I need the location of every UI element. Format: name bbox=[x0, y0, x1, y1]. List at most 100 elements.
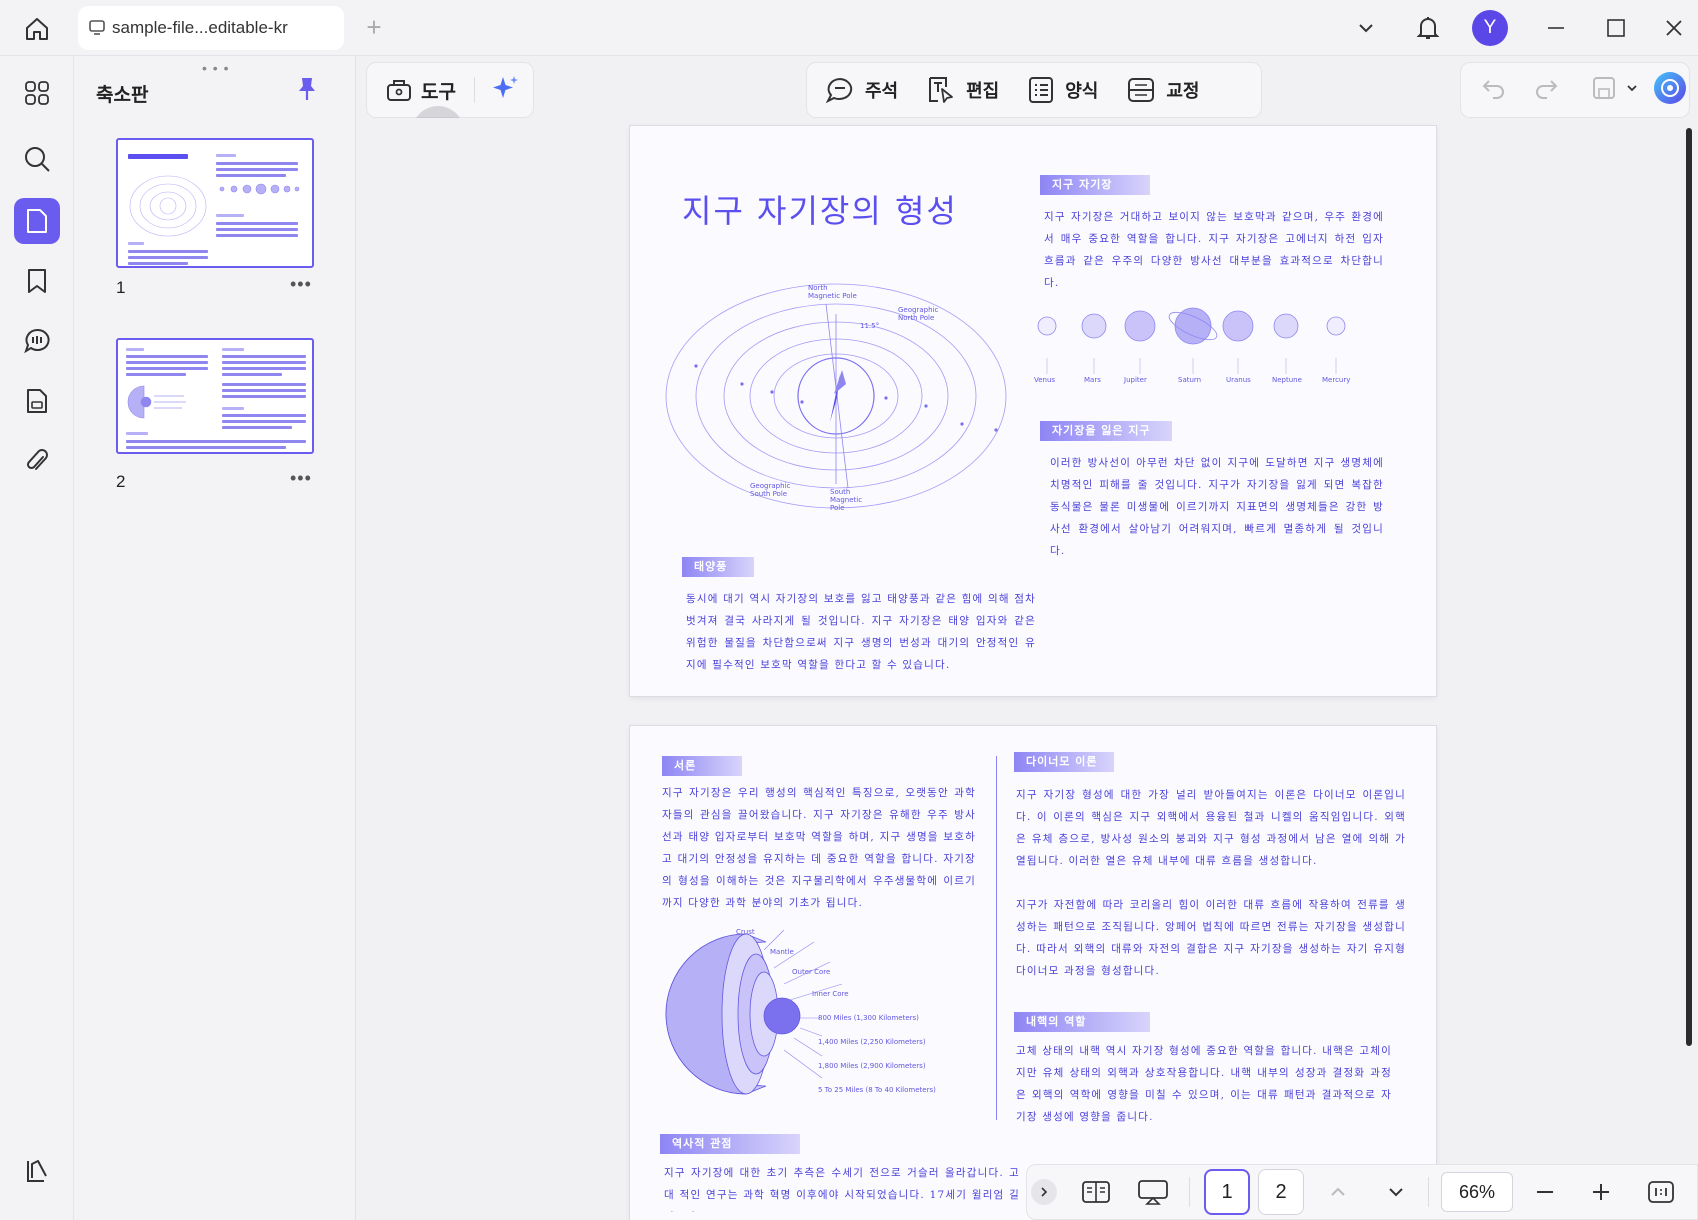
thumbnail-page-2-more-button[interactable]: ••• bbox=[290, 468, 312, 489]
chevron-down-icon bbox=[1359, 24, 1373, 33]
column-divider bbox=[996, 756, 997, 1120]
ai-orb-icon bbox=[1654, 71, 1686, 104]
section-heading-solar-wind: 태양풍 bbox=[682, 557, 754, 577]
rail-attachment-button[interactable] bbox=[14, 438, 60, 484]
core-label-crust: Crust bbox=[736, 928, 755, 936]
vertical-scrollbar[interactable] bbox=[1686, 128, 1692, 1046]
rail-search-button[interactable] bbox=[14, 136, 60, 182]
paragraph-intro: 지구 자기장은 우리 행성의 핵심적인 특징으로, 오랫동안 과학자들의 관심을… bbox=[662, 787, 976, 909]
page-1-button[interactable]: 1 bbox=[1204, 1169, 1250, 1215]
bookmark-icon bbox=[28, 269, 46, 293]
proofread-icon bbox=[1128, 78, 1155, 102]
proofread-mode-button[interactable]: 교정 bbox=[1126, 76, 1200, 104]
bell-icon bbox=[1416, 17, 1440, 39]
minimize-icon bbox=[1548, 27, 1564, 29]
edit-text-icon bbox=[929, 77, 954, 103]
rail-bookmarks-button[interactable] bbox=[14, 258, 60, 304]
planet-label-jupiter: Jupiter bbox=[1124, 376, 1147, 384]
new-tab-button[interactable]: + bbox=[360, 14, 388, 42]
document-stack-icon bbox=[27, 389, 47, 413]
rail-comments-button[interactable] bbox=[14, 318, 60, 364]
presentation-button[interactable] bbox=[1137, 1178, 1169, 1206]
home-button[interactable] bbox=[18, 10, 56, 48]
tools-button[interactable]: 도구 bbox=[385, 77, 456, 104]
sparkle-icon bbox=[492, 75, 518, 98]
paragraph-history: 지구 자기장에 대한 초기 추측은 수세기 전으로 거슬러 올라갑니다. 고대 … bbox=[664, 1167, 1020, 1212]
chevron-right-icon bbox=[1041, 1187, 1048, 1197]
paragraph-inner-core: 고체 상태의 내핵 역시 자기장 형성에 중요한 역할을 합니다. 내핵은 고체… bbox=[1016, 1045, 1392, 1123]
edit-mode-button[interactable]: 편집 bbox=[926, 75, 999, 105]
proofread-mode-label: 교정 bbox=[1166, 81, 1200, 101]
zoom-in-button[interactable] bbox=[1591, 1182, 1611, 1202]
page-layout-button[interactable] bbox=[1081, 1179, 1111, 1205]
panel-resize-grip[interactable]: • • • bbox=[202, 60, 229, 76]
zoom-level-field[interactable]: 66% bbox=[1441, 1172, 1513, 1212]
collapse-nav-button[interactable] bbox=[1031, 1179, 1057, 1205]
ai-assistant-button[interactable] bbox=[491, 73, 521, 108]
close-button[interactable] bbox=[1654, 8, 1694, 48]
close-icon bbox=[1666, 20, 1682, 36]
form-mode-button[interactable]: 양식 bbox=[1027, 76, 1098, 104]
edit-mode-label: 편집 bbox=[966, 81, 1000, 101]
rail-attachments-page-button[interactable] bbox=[14, 378, 60, 424]
pin-panel-button[interactable] bbox=[296, 76, 318, 107]
core-dim-1: 800 Miles (1,300 Kilometers) bbox=[818, 1014, 919, 1022]
two-page-icon bbox=[1082, 1181, 1110, 1203]
main-mode-toolbar: 주석 편집 양식 교정 bbox=[806, 62, 1262, 118]
label-geographic-south-pole: Geographic South Pole bbox=[750, 482, 791, 498]
comment-bubble-icon bbox=[825, 77, 853, 104]
undo-button[interactable] bbox=[1481, 77, 1507, 104]
ai-chat-button[interactable] bbox=[1653, 71, 1687, 110]
thumbnail-page-2[interactable] bbox=[116, 338, 314, 454]
chevron-up-icon bbox=[1331, 1187, 1345, 1196]
page-2-button[interactable]: 2 bbox=[1258, 1169, 1304, 1215]
rail-thumbnails-button[interactable] bbox=[14, 198, 60, 244]
tools-label: 도구 bbox=[421, 81, 456, 103]
redo-button[interactable] bbox=[1533, 77, 1559, 104]
document-tab[interactable]: sample-file...editable-kr bbox=[78, 6, 344, 50]
library-icon bbox=[27, 1160, 47, 1182]
thumbnails-title: 축소판 bbox=[96, 85, 149, 106]
notifications-button[interactable] bbox=[1408, 8, 1448, 48]
section-heading-inner-core: 내핵의 역할 bbox=[1014, 1012, 1150, 1032]
paragraph-dynamo-1: 지구 자기장 형성에 대한 가장 널리 받아들여지는 이론은 다이너모 이론입니… bbox=[1016, 789, 1406, 867]
search-icon bbox=[25, 147, 50, 172]
actual-size-button[interactable] bbox=[1647, 1180, 1675, 1204]
section-heading-history: 역사적 관점 bbox=[660, 1134, 800, 1154]
save-icon bbox=[1593, 76, 1615, 99]
account-button[interactable]: Y bbox=[1470, 8, 1510, 48]
toolbox-icon bbox=[387, 80, 411, 101]
core-dim-2: 1,400 Miles (2,250 Kilometers) bbox=[818, 1038, 926, 1046]
tabs-dropdown-button[interactable] bbox=[1346, 8, 1386, 48]
section-heading-intro: 서론 bbox=[662, 756, 742, 776]
comment-mode-button[interactable]: 주석 bbox=[825, 76, 898, 104]
previous-page-button[interactable] bbox=[1328, 1182, 1348, 1202]
planet-label-venus: Venus bbox=[1034, 376, 1056, 384]
rail-library-button[interactable] bbox=[14, 1148, 60, 1194]
home-icon bbox=[26, 18, 48, 40]
thumbnail-page-1[interactable] bbox=[116, 138, 314, 268]
rail-apps-button[interactable] bbox=[14, 70, 60, 116]
nav-divider bbox=[1189, 1177, 1190, 1207]
left-rail bbox=[0, 56, 74, 1220]
chevron-down-icon bbox=[1627, 84, 1637, 91]
chevron-down-icon bbox=[1389, 1188, 1403, 1197]
title-bar: sample-file...editable-kr + Y bbox=[0, 0, 1698, 56]
minimize-button[interactable] bbox=[1536, 8, 1576, 48]
core-dim-3: 1,800 Miles (2,900 Kilometers) bbox=[818, 1062, 926, 1070]
core-dim-4: 5 To 25 Miles (8 To 40 Kilometers) bbox=[818, 1086, 936, 1094]
zoom-out-button[interactable] bbox=[1535, 1182, 1555, 1202]
next-page-button[interactable] bbox=[1386, 1182, 1406, 1202]
comment-mode-label: 주석 bbox=[865, 81, 899, 101]
save-options-dropdown[interactable] bbox=[1625, 81, 1639, 100]
maximize-button[interactable] bbox=[1596, 8, 1636, 48]
planets-diagram bbox=[1037, 307, 1346, 374]
planet-label-neptune: Neptune bbox=[1272, 376, 1302, 384]
paragraph-geomag: 지구 자기장은 거대하고 보이지 않는 보호막과 같으며, 우주 환경에서 매우… bbox=[1044, 211, 1384, 289]
planet-label-mercury: Mercury bbox=[1322, 376, 1351, 384]
section-heading-lost-field: 자기장을 잃은 지구 bbox=[1040, 421, 1172, 441]
thumbnail-page-1-more-button[interactable]: ••• bbox=[290, 274, 312, 295]
planet-label-uranus: Uranus bbox=[1226, 376, 1251, 384]
save-button[interactable] bbox=[1591, 75, 1617, 106]
pin-icon bbox=[299, 78, 315, 100]
